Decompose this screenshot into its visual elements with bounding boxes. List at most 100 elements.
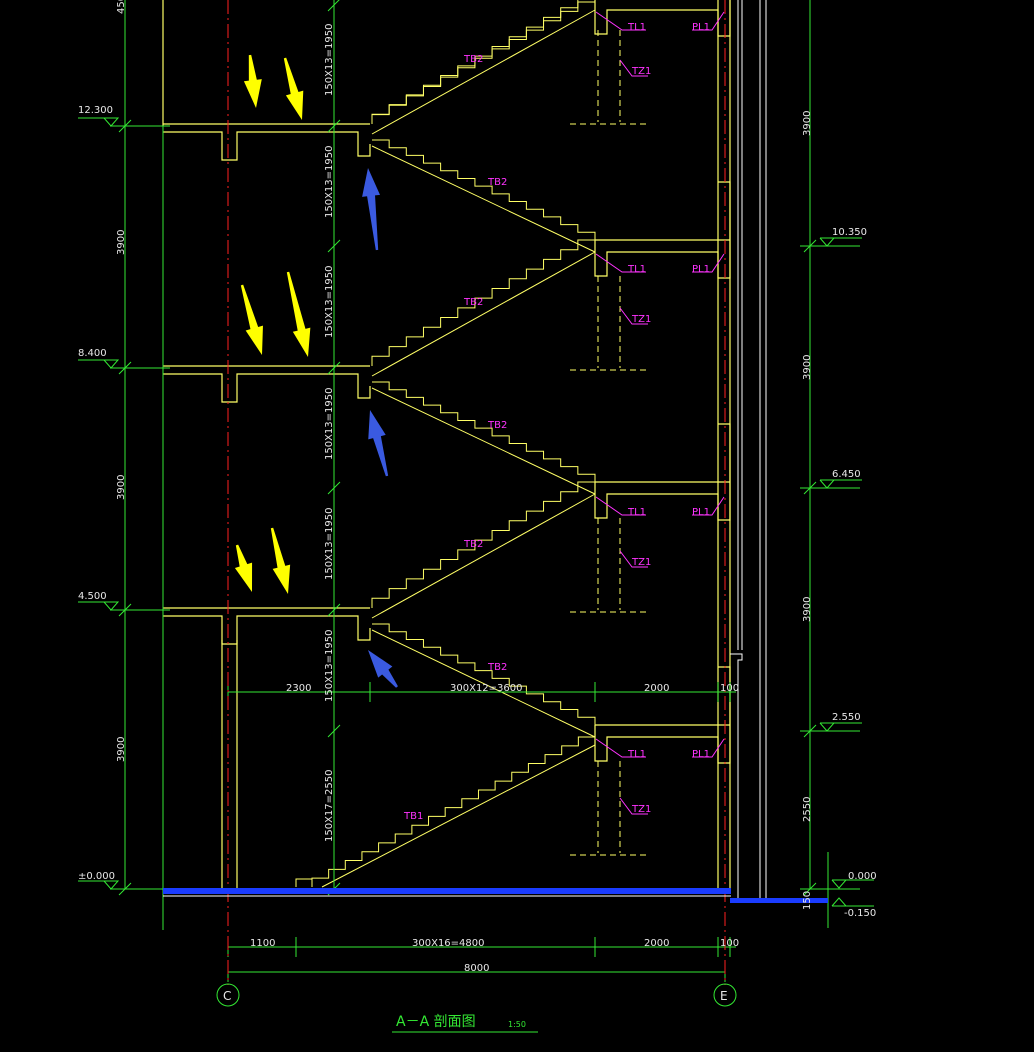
tag-tl1-3: TL1 xyxy=(627,749,646,760)
elev-triangle-left xyxy=(103,117,120,127)
annotation-arrow xyxy=(234,544,253,592)
stair-flight-down xyxy=(372,381,596,482)
tag-tl1-1: TL1 xyxy=(627,264,646,275)
plan-lower-3: 100 xyxy=(720,938,739,949)
tag-tb2-4: TB2 xyxy=(463,539,483,550)
story-right-1: 3900 xyxy=(802,355,813,380)
stair-flight-tb1 xyxy=(311,736,595,887)
flight-dim-1: 150X13=1950 xyxy=(324,146,335,219)
ground-slab-outer xyxy=(730,898,828,903)
elev-right-2: 2.550 xyxy=(832,712,861,723)
drawing-title: A－A 剖面图 xyxy=(396,1014,476,1030)
annotation-arrow xyxy=(240,284,263,355)
stair-flight-top xyxy=(371,1,595,124)
floor-slab-beam xyxy=(163,131,371,161)
story-left-0: 3900 xyxy=(116,230,127,255)
plan-upper-2: 2000 xyxy=(644,683,669,694)
story-left-1: 3900 xyxy=(116,475,127,500)
wall-stub xyxy=(718,181,731,240)
stair-soffit-tb1 xyxy=(321,744,596,888)
tag-tz1-3: TZ1 xyxy=(631,804,651,815)
stair-soffit-up xyxy=(371,493,596,619)
elev-triangle-left xyxy=(103,880,120,890)
flight-dim-5: 150X13=1950 xyxy=(324,630,335,703)
annotation-arrow xyxy=(286,271,311,357)
stair-flight-down xyxy=(372,139,596,240)
dimension-lines xyxy=(78,0,874,982)
elev-triangle-neg xyxy=(831,897,848,907)
axis-label-e: E xyxy=(720,989,728,1003)
wall-stub xyxy=(718,666,731,725)
tag-tb2-3: TB2 xyxy=(487,420,507,431)
story-left-2: 3900 xyxy=(116,737,127,762)
tag-tb1: TB1 xyxy=(403,811,423,822)
elev-right-4: -0.150 xyxy=(844,908,876,919)
tag-tb2-0: TB2 xyxy=(463,54,483,65)
flight-dim-3: 150X13=1950 xyxy=(324,388,335,461)
annotation-arrow xyxy=(243,54,262,108)
elev-right-3: 0.000 xyxy=(848,871,877,882)
elev-right-1: 6.450 xyxy=(832,469,861,480)
tag-tb2-5: TB2 xyxy=(487,662,507,673)
tag-pl1-0: PL1 xyxy=(692,22,710,33)
tag-pl1-3: PL1 xyxy=(692,749,710,760)
elev-triangle-left xyxy=(103,359,120,369)
drawing-scale: 1:50 xyxy=(508,1020,526,1029)
elev-triangle-left xyxy=(103,601,120,611)
elev-triangle-right xyxy=(819,722,836,732)
elev-triangle-right xyxy=(819,479,836,489)
plan-upper-1: 300X12=3600 xyxy=(450,683,523,694)
stair-soffit-down xyxy=(371,387,596,495)
stair-soffit-up xyxy=(371,251,596,377)
flight-dim-2: 150X13=1950 xyxy=(324,266,335,339)
story-right-0: 3900 xyxy=(802,111,813,136)
cad-section-drawing: 12.300 8.400 4.500 ±0.000 10.350 6.450 2… xyxy=(0,0,1034,1052)
elev-left-1: 8.400 xyxy=(78,348,107,359)
hidden-lines xyxy=(570,30,646,856)
tag-pl1-1: PL1 xyxy=(692,264,710,275)
plan-upper-3: 100 xyxy=(720,683,739,694)
stair-flight-up xyxy=(371,481,595,608)
stair-flights xyxy=(295,0,596,888)
story-right-4: 150 xyxy=(802,891,813,910)
elev-left-3: ±0.000 xyxy=(78,871,115,882)
tag-pl1-2: PL1 xyxy=(692,507,710,518)
plan-lower-0: 1100 xyxy=(250,938,275,949)
elev-left-0: 12.300 xyxy=(78,105,113,116)
axis-label-c: C xyxy=(223,989,231,1003)
grid-lines xyxy=(227,0,726,985)
overall-dim: 8000 xyxy=(464,963,489,974)
stair-soffit-up xyxy=(371,9,596,135)
annotation-arrow xyxy=(270,527,291,594)
elev-left-2: 4.500 xyxy=(78,591,107,602)
flight-dim-6: 150X17=2550 xyxy=(324,770,335,843)
tag-tz1-0: TZ1 xyxy=(631,66,651,77)
annotation-arrow xyxy=(368,410,389,477)
tag-tl1-2: TL1 xyxy=(627,507,646,518)
stair-flight-down xyxy=(372,623,596,725)
annotation-arrow xyxy=(283,57,304,120)
plan-upper-0: 2300 xyxy=(286,683,311,694)
flight-dim-4: 150X13=1950 xyxy=(324,508,335,581)
floor-slab-beam xyxy=(163,373,371,403)
annotation-arrow xyxy=(368,650,398,688)
elev-triangle-right xyxy=(819,237,836,247)
story-right-2: 3900 xyxy=(802,597,813,622)
tag-tb2-2: TB2 xyxy=(463,297,483,308)
floor-slab-beam xyxy=(163,615,371,645)
elev-right-0: 10.350 xyxy=(832,227,867,238)
annotation-arrow xyxy=(362,168,381,251)
stair-soffit-down xyxy=(371,145,596,253)
annotation-arrows xyxy=(234,54,398,688)
wall-stub xyxy=(718,423,731,482)
ground-slab-fill xyxy=(163,888,731,894)
tag-tz1-1: TZ1 xyxy=(631,314,651,325)
tag-tz1-2: TZ1 xyxy=(631,557,651,568)
stair-flight-up xyxy=(371,239,595,366)
ground-slab xyxy=(163,888,828,903)
story-left-3: 4500 xyxy=(116,0,127,14)
tag-tb2-1: TB2 xyxy=(487,177,507,188)
stair-foot xyxy=(295,878,312,887)
tag-tl1-0: TL1 xyxy=(627,22,646,33)
flight-dim-0: 150X13=1950 xyxy=(324,24,335,97)
